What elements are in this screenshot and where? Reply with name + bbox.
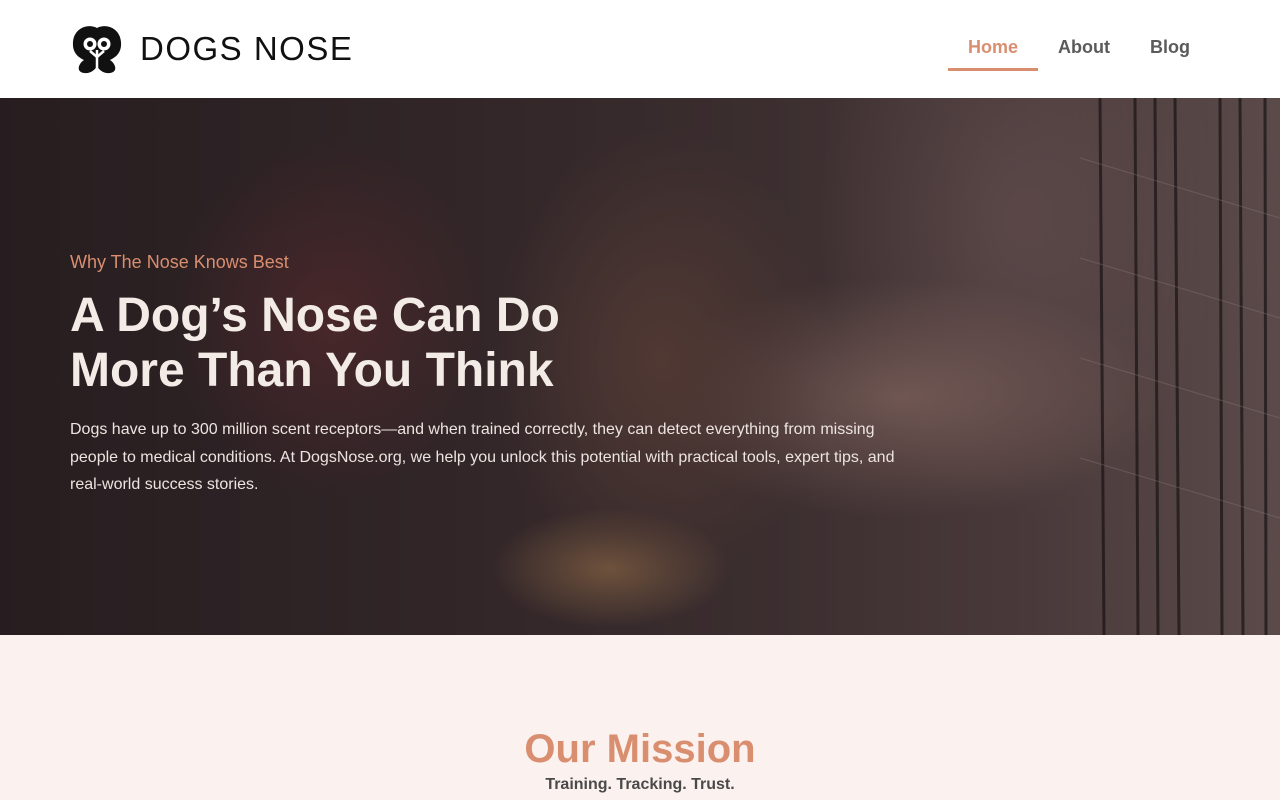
hero-description: Dogs have up to 300 million scent recept… [70,421,895,493]
dog-nose-logo-icon [72,26,122,74]
hero-content: Why The Nose Knows Best A Dog’s Nose Can… [70,248,910,499]
hero-title: A Dog’s Nose Can Do More Than You Think [70,289,560,397]
main-nav: Home About Blog [948,24,1210,71]
mission-title: Our Mission [524,727,756,771]
nav-item-home[interactable]: Home [948,24,1039,71]
brand-name: DOGS NOSE [140,30,354,67]
site-header: DOGS NOSE Home About Blog [0,0,1280,98]
nav-item-blog[interactable]: Blog [1130,24,1210,71]
hero-section: Why The Nose Knows Best A Dog’s Nose Can… [0,98,1280,635]
hero-kicker: Why The Nose Knows Best [70,252,289,272]
nav-item-about[interactable]: About [1038,24,1130,71]
mission-section: Our Mission Training. Tracking. Trust. [0,635,1280,800]
mission-subtitle: Training. Tracking. Trust. [545,776,735,793]
site-logo[interactable]: DOGS NOSE [70,24,353,74]
